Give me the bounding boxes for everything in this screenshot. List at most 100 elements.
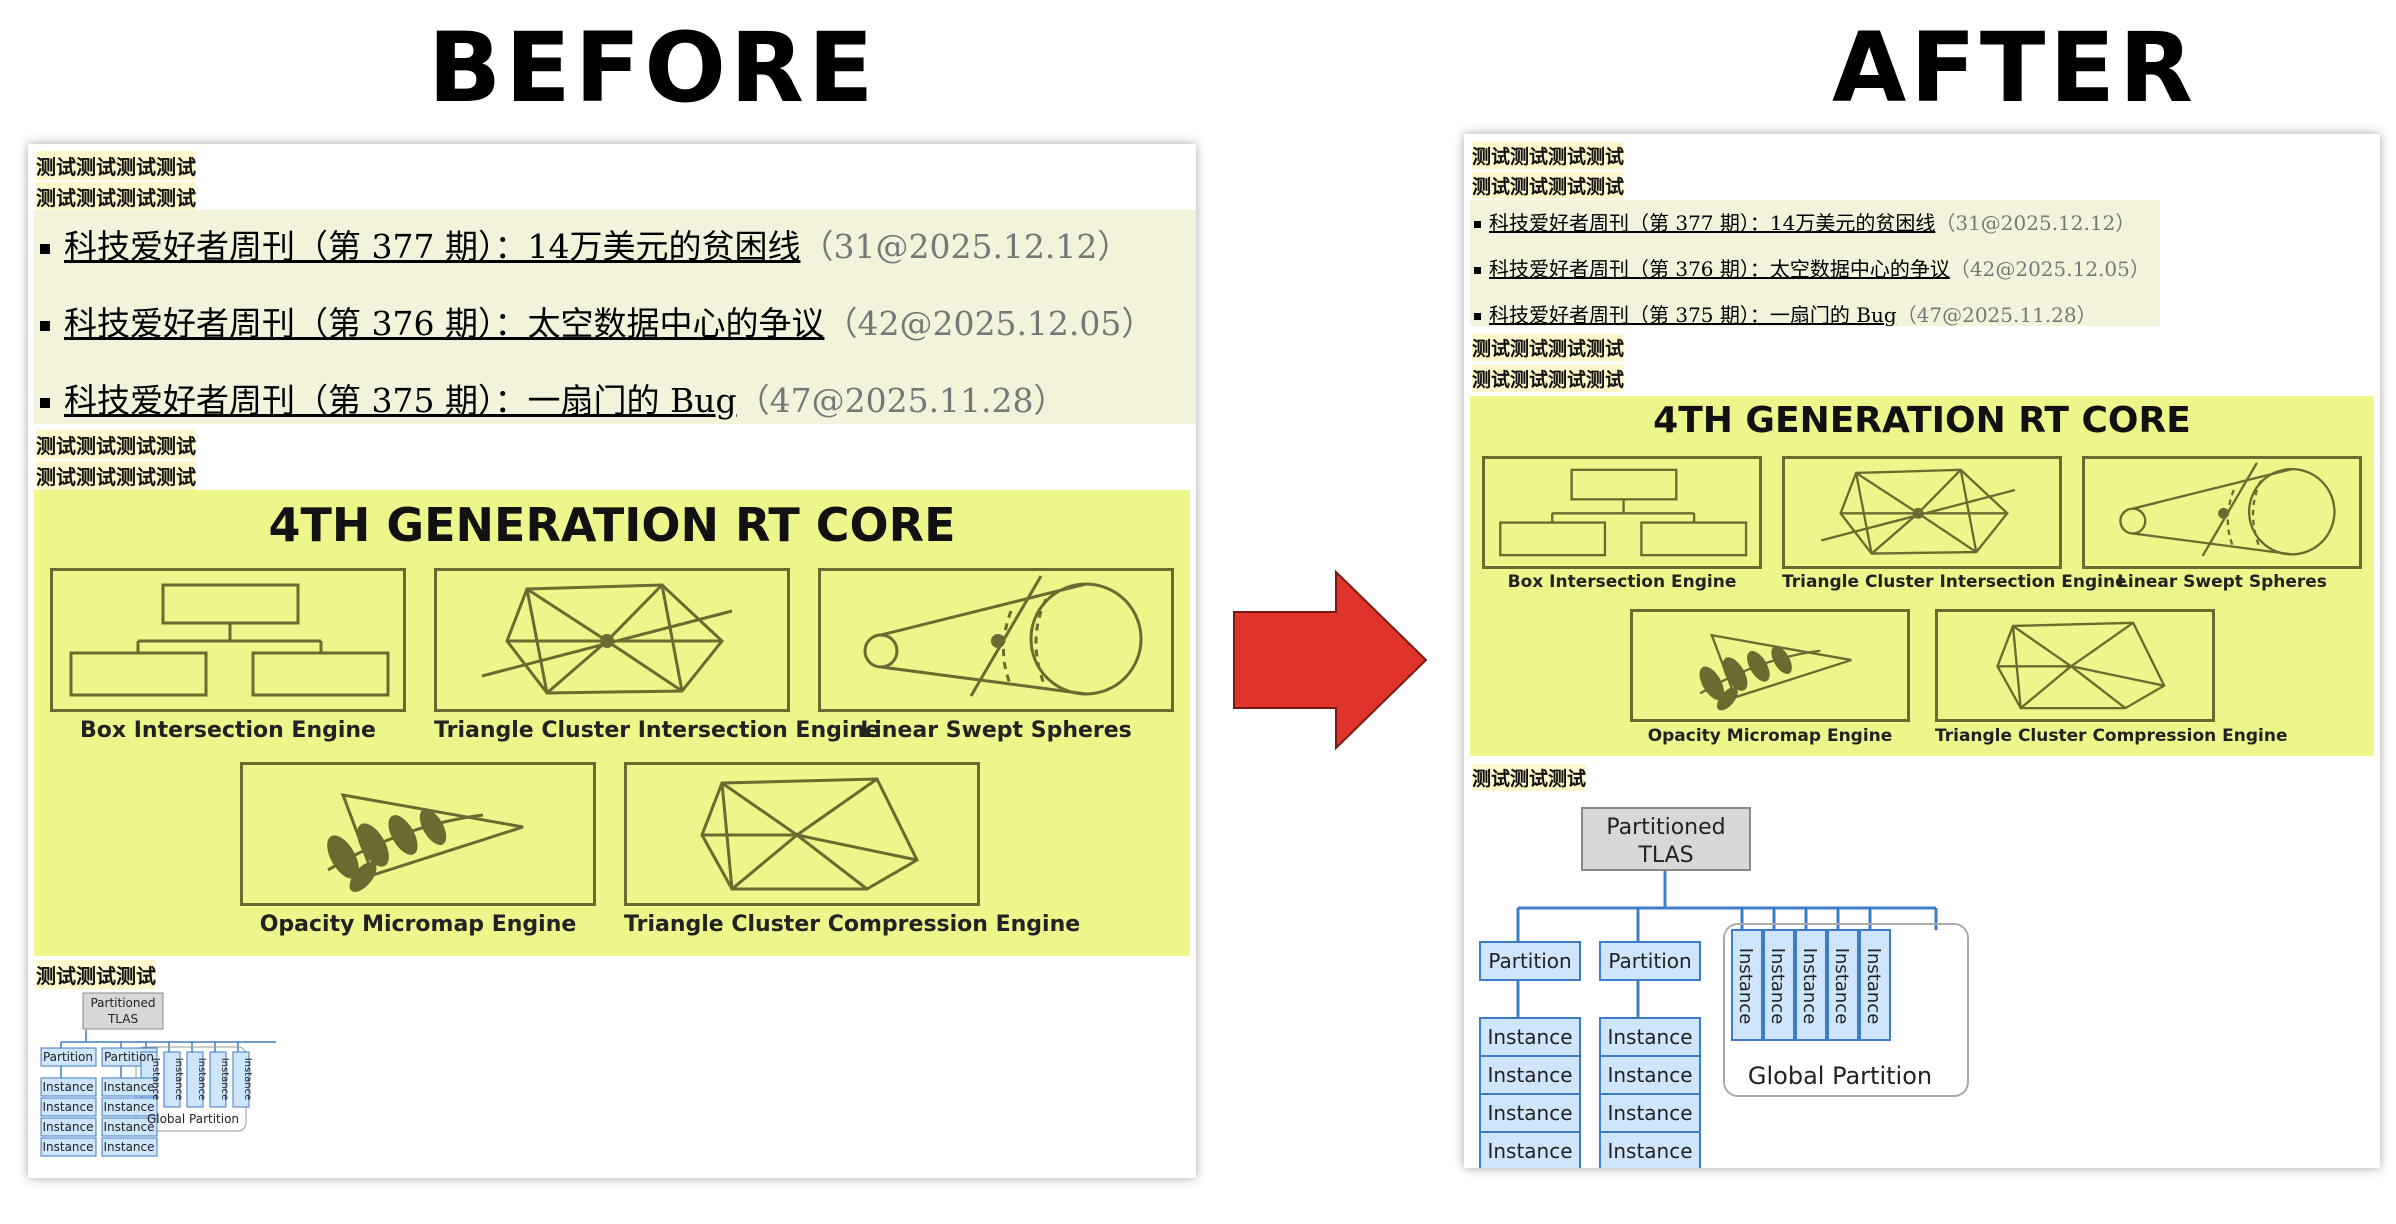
engine-label: Opacity Micromap Engine [1647,726,1893,746]
test-text: 测试测试测试测试 [36,461,196,490]
tlas-diagram: Partitioned TLAS Partition Partition Ins… [36,992,306,1178]
instance-label-vertical: Instance [1735,948,1756,1025]
news-item: 科技爱好者周刊（第 375 期）：一扇门的 Bug（47@2025.11.28） [34,374,1067,422]
instance-label: Instance [103,1140,154,1154]
instance-label-vertical: Instance [1831,948,1852,1025]
bullet-icon [1474,313,1481,320]
before-title: BEFORE [428,12,878,124]
after-screenshot: 测试测试测试测试 测试测试测试测试 科技爱好者周刊（第 377 期）：14万美元… [1464,134,2380,1168]
instance-label: Instance [1487,1063,1572,1087]
test-text: 测试测试测试测试 [36,182,196,211]
news-item: 科技爱好者周刊（第 376 期）：太空数据中心的争议（42@2025.12.05… [1470,253,2150,282]
instance-label-vertical: Instance [1767,948,1788,1025]
instance-label: Instance [42,1080,93,1094]
rt-core-title: 4TH GENERATION RT CORE [268,498,956,552]
tlas-tree-svg: Partitioned TLAS Partition Partition Ins… [40,992,276,1157]
opacity-micromap-icon [1699,633,1852,711]
box-intersection-icon [1499,468,1748,557]
after-title: AFTER [1832,12,2197,124]
engine-label: Triangle Cluster Intersection Engine [434,718,880,743]
partition-label: Partition [104,1050,154,1064]
news-item: 科技爱好者周刊（第 375 期）：一扇门的 Bug（47@2025.11.28） [1470,299,2097,328]
news-list: 科技爱好者周刊（第 377 期）：14万美元的贫困线（31@2025.12.12… [34,210,1196,424]
bullet-icon [40,398,50,408]
box-intersection-icon [69,583,390,697]
engine-card [1782,456,2062,569]
news-meta: （42@2025.12.05） [824,304,1155,343]
engine-card [2082,456,2362,569]
bullet-icon [40,321,50,331]
engine-label: Box Intersection Engine [80,718,376,743]
test-text: 测试测试测试 [1472,764,1587,791]
instance-label: Instance [1607,1139,1692,1163]
news-link[interactable]: 科技爱好者周刊（第 377 期）：14万美元的贫困线 [1489,211,1935,235]
news-meta: （31@2025.12.12） [1935,211,2136,235]
tlas-root-label: TLAS [1637,843,1693,868]
news-link[interactable]: 科技爱好者周刊（第 375 期）：一扇门的 Bug [1489,303,1897,327]
instance-label-vertical: Instance [1863,948,1884,1025]
triangle-cluster-icon [481,583,733,695]
tlas-root-label: TLAS [107,1012,138,1026]
engine-card [240,762,596,906]
engine-label: Triangle Cluster Intersection Engine [1782,572,2127,592]
engine-label: Linear Swept Spheres [860,718,1132,743]
news-meta: （31@2025.12.12） [800,227,1131,266]
rt-core-figure: 4TH GENERATION RT CORE Box Intersection … [34,490,1190,956]
tlas-tree-svg: Partitioned TLAS Partition Partition Ins… [1479,807,1969,1168]
instance-label: Instance [1487,1101,1572,1125]
test-text: 测试测试测试测试 [36,151,196,180]
instance-label-vertical: Instance [1799,948,1820,1025]
news-link[interactable]: 科技爱好者周刊（第 377 期）：14万美元的贫困线 [64,227,800,266]
news-link[interactable]: 科技爱好者周刊（第 376 期）：太空数据中心的争议 [1489,257,1950,281]
test-text: 测试测试测试测试 [1472,142,1625,169]
partition-label: Partition [1608,949,1691,973]
triangle-cluster-icon [1820,468,2016,555]
instance-label: Instance [1607,1101,1692,1125]
bullet-icon [1474,267,1481,274]
news-meta: （42@2025.12.05） [1949,257,2150,281]
engine-card [1935,609,2215,722]
instance-label: Instance [42,1120,93,1134]
instance-label-vertical: Instance [196,1058,207,1101]
instance-label: Instance [1487,1025,1572,1049]
test-text: 测试测试测试测试 [1472,365,1625,392]
instance-label-vertical: Instance [150,1058,161,1101]
engine-card [624,762,980,906]
engine-label: Triangle Cluster Compression Engine [1935,726,2288,746]
news-item: 科技爱好者周刊（第 377 期）：14万美元的贫困线（31@2025.12.12… [1470,207,2135,236]
triangle-compression-icon [1996,621,2166,710]
test-text: 测试测试测试 [36,960,156,989]
tlas-diagram: Partitioned TLAS Partition Partition Ins… [1478,806,1978,1168]
global-partition-label: Global Partition [147,1112,239,1126]
tlas-root-label: Partitioned [1606,815,1725,840]
engine-card [434,568,790,712]
instance-label-vertical: Instance [173,1058,184,1101]
bullet-icon [40,244,50,254]
test-text: 测试测试测试测试 [36,430,196,459]
partition-label: Partition [43,1050,93,1064]
rt-core-figure: 4TH GENERATION RT CORE Box Intersection … [1470,396,2374,756]
instance-label-vertical: Instance [242,1058,253,1101]
engine-label: Box Intersection Engine [1507,572,1737,592]
bullet-icon [1474,221,1481,228]
global-partition-label: Global Partition [1748,1062,1932,1090]
engine-label: Opacity Micromap Engine [259,912,577,937]
rt-core-title: 4TH GENERATION RT CORE [1653,400,2191,441]
opacity-micromap-icon [327,793,524,892]
instance-label: Instance [42,1140,93,1154]
before-screenshot: 测试测试测试测试 测试测试测试测试 科技爱好者周刊（第 377 期）：14万美元… [28,144,1196,1178]
news-link[interactable]: 科技爱好者周刊（第 375 期）：一扇门的 Bug [64,381,737,420]
swept-sphere-icon [2119,462,2336,557]
test-text: 测试测试测试测试 [1472,172,1625,199]
news-meta: （47@2025.11.28） [1896,303,2097,327]
triangle-compression-icon [700,777,919,891]
engine-card [50,568,406,712]
instance-label: Instance [42,1100,93,1114]
news-list: 科技爱好者周刊（第 377 期）：14万美元的贫困线（31@2025.12.12… [1470,200,2160,328]
test-text: 测试测试测试测试 [1472,334,1625,361]
engine-card [1482,456,1762,569]
right-arrow-icon [1233,569,1428,751]
instance-label: Instance [1607,1025,1692,1049]
swept-sphere-icon [863,575,1143,697]
news-link[interactable]: 科技爱好者周刊（第 376 期）：太空数据中心的争议 [64,304,824,343]
